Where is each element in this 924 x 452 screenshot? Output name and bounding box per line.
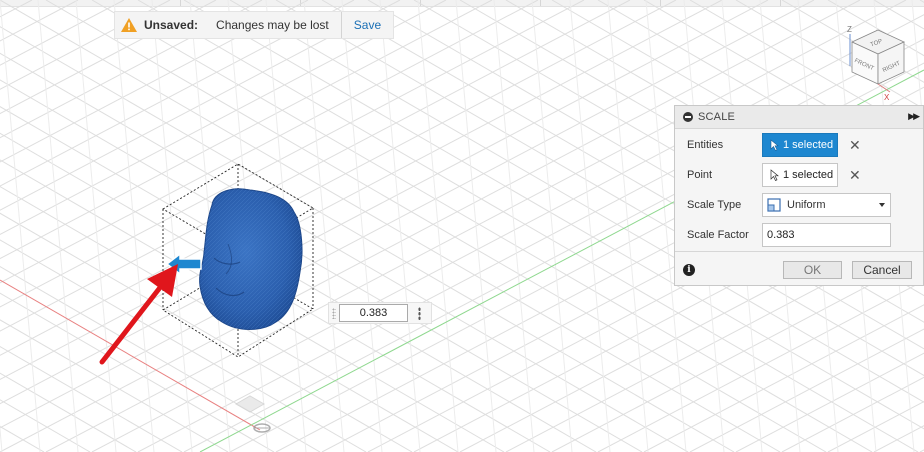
point-label: Point — [687, 169, 713, 181]
cursor-icon — [770, 169, 779, 181]
entities-label: Entities — [687, 139, 724, 151]
drag-handle-icon[interactable] — [332, 308, 336, 319]
uniform-scale-icon — [767, 198, 781, 212]
warning-icon — [121, 18, 137, 32]
scale-factor-input[interactable] — [762, 223, 891, 247]
dialog-title: SCALE — [698, 111, 736, 123]
unsaved-notification: Unsaved: Changes may be lost Save — [114, 11, 395, 39]
chevron-down-icon — [879, 203, 885, 207]
scale-type-dropdown[interactable]: Uniform — [762, 193, 891, 217]
entities-row: Entities 1 selected ✕ — [675, 132, 923, 158]
more-options-icon[interactable] — [418, 307, 421, 320]
point-selection-button[interactable]: 1 selected — [762, 163, 838, 187]
scale-factor-label: Scale Factor — [687, 229, 749, 241]
unsaved-message: Changes may be lost — [216, 18, 329, 32]
collapse-icon[interactable] — [683, 112, 693, 122]
head-model[interactable] — [199, 188, 303, 330]
canvas-scale-value-input[interactable] — [339, 304, 408, 322]
canvas-scale-input — [328, 302, 432, 324]
scale-factor-row: Scale Factor — [675, 222, 923, 248]
info-icon[interactable]: i — [683, 264, 695, 276]
scale-dialog: SCALE ▶▶ Entities 1 selected ✕ Point 1 s… — [674, 105, 924, 286]
scale-type-row: Scale Type Uniform — [675, 192, 923, 218]
dialog-footer: i OK Cancel — [675, 251, 923, 286]
save-link[interactable]: Save — [342, 18, 393, 32]
entities-selection-button[interactable]: 1 selected — [762, 133, 838, 157]
x-axis-label: X — [884, 93, 890, 102]
clear-point-icon[interactable]: ✕ — [849, 167, 861, 184]
unsaved-label: Unsaved: — [144, 18, 199, 32]
entities-value: 1 selected — [783, 139, 834, 151]
z-axis-label: Z — [847, 25, 852, 34]
point-value: 1 selected — [783, 169, 834, 181]
ok-button[interactable]: OK — [783, 261, 842, 279]
cancel-button[interactable]: Cancel — [852, 261, 912, 279]
dialog-header: SCALE ▶▶ — [675, 106, 923, 129]
view-cube[interactable]: Z TOP FRONT RIGHT X — [840, 22, 910, 102]
cursor-icon — [770, 139, 779, 151]
scale-type-label: Scale Type — [687, 199, 742, 211]
scale-type-value: Uniform — [787, 199, 826, 211]
expand-icon[interactable]: ▶▶ — [908, 111, 920, 122]
clear-entities-icon[interactable]: ✕ — [849, 137, 861, 154]
point-row: Point 1 selected ✕ — [675, 162, 923, 188]
